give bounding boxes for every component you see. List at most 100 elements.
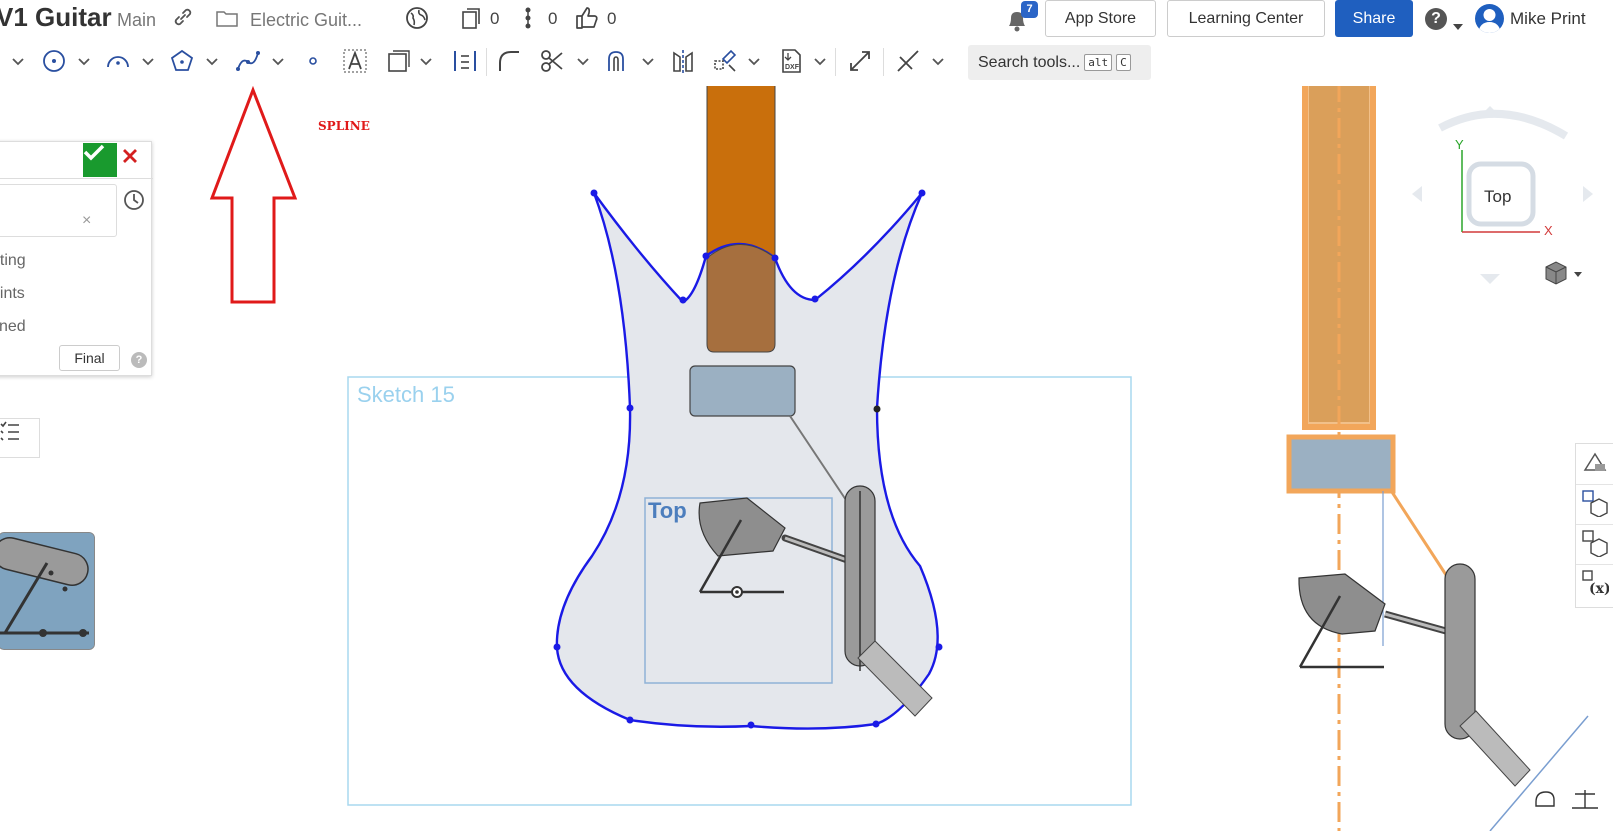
chevron-down-icon[interactable] [575, 51, 591, 71]
chevron-down-icon[interactable] [746, 51, 762, 71]
dxf-icon[interactable]: DXF [776, 46, 806, 76]
neck-heel [706, 244, 776, 353]
pattern-icon[interactable] [710, 46, 740, 76]
folder-icon[interactable] [215, 8, 239, 34]
guitar-neck [706, 86, 776, 263]
circle-tool-icon[interactable] [39, 46, 69, 76]
final-button[interactable]: Final [59, 345, 120, 371]
globe-icon[interactable] [405, 6, 429, 36]
plane-label[interactable]: Top [648, 498, 687, 524]
like-icon[interactable] [574, 5, 600, 37]
panel-divider [1576, 524, 1613, 525]
document-header: V1 Guitar Main Electric Guit... 0 0 0 7 … [0, 0, 1613, 38]
construction-icon[interactable] [383, 46, 413, 76]
search-tools-input[interactable]: Search tools... alt C [968, 45, 1151, 80]
chevron-down-icon[interactable] [640, 51, 656, 71]
notifications-badge: 7 [1021, 1, 1038, 18]
chevron-down-icon[interactable] [930, 51, 946, 71]
polygon-tool-icon[interactable] [167, 46, 197, 76]
search-tools-placeholder: Search tools... [978, 53, 1081, 71]
view-options-icon[interactable] [1545, 261, 1582, 285]
spline-tool-icon[interactable] [233, 46, 263, 76]
shortcut-key: C [1116, 54, 1131, 71]
dialog-help-icon[interactable]: ? [131, 352, 147, 368]
fillet-icon[interactable] [494, 46, 524, 76]
annotation-arrow [209, 86, 298, 304]
axis-x-label: X [1544, 223, 1553, 238]
axis-y-label: Y [1455, 137, 1464, 152]
chevron-down-icon[interactable] [812, 51, 828, 71]
dialog-option[interactable]: aints [0, 285, 25, 303]
sketch-label[interactable]: Sketch 15 [357, 382, 455, 408]
constraint-icon[interactable] [893, 46, 923, 76]
toolbar-divider [883, 48, 884, 76]
help-icon[interactable]: ? [1425, 8, 1447, 30]
dialog-option[interactable]: nting [0, 252, 26, 270]
onshape-app: V1 Guitar Main Electric Guit... 0 0 0 7 … [0, 0, 1613, 831]
toolbar-divider [835, 48, 836, 76]
model-viewport[interactable] [0, 86, 1613, 831]
dimension-icon[interactable] [450, 46, 480, 76]
point-tool-icon[interactable] [298, 46, 328, 76]
branch-icon[interactable] [522, 6, 534, 36]
offset-icon[interactable] [602, 46, 632, 76]
configurations-icon[interactable] [1581, 529, 1611, 559]
feature-list-button[interactable] [0, 418, 40, 458]
trim-icon[interactable] [537, 46, 567, 76]
list-icon [0, 421, 19, 441]
panel-divider [1576, 564, 1613, 565]
spline-feature-dialog: × nting aints fined Final ? [0, 141, 153, 376]
shortcut-key: alt [1084, 54, 1113, 71]
branches-count: 0 [548, 9, 558, 28]
measure-icon[interactable] [1535, 791, 1555, 807]
chevron-down-icon[interactable] [140, 51, 156, 71]
mass-properties-icon[interactable] [1572, 790, 1598, 809]
panel-divider [1576, 484, 1613, 485]
bom-icon[interactable] [1581, 489, 1611, 519]
versions-icon[interactable] [460, 6, 482, 36]
annotation-label: SPLINE [318, 119, 370, 133]
right-panel: (x) [1575, 443, 1613, 608]
graphics-area[interactable]: SPLINE Sketch 15 Top Top Y X × nting ain… [0, 86, 1613, 831]
arc-tool-icon[interactable] [103, 46, 133, 76]
chevron-down-icon[interactable] [270, 51, 286, 71]
view-cube-face-label[interactable]: Top [1484, 187, 1511, 207]
check-icon [83, 144, 105, 161]
chevron-down-icon[interactable] [418, 51, 434, 71]
confirm-button[interactable] [83, 143, 117, 177]
close-icon [123, 149, 137, 163]
chevron-down-icon[interactable] [204, 51, 220, 71]
appearance-icon[interactable] [1581, 448, 1611, 478]
mirror-icon[interactable] [668, 46, 698, 76]
share-button[interactable]: Share [1335, 0, 1413, 37]
dialog-option[interactable]: fined [0, 318, 26, 336]
dialog-divider [0, 178, 153, 179]
svg-text:(x): (x) [1589, 581, 1609, 597]
cancel-button[interactable] [122, 148, 144, 170]
learning-center-button[interactable]: Learning Center [1167, 0, 1325, 37]
avatar[interactable] [1475, 4, 1504, 33]
link-icon[interactable] [172, 6, 194, 34]
branch-name[interactable]: Main [117, 10, 156, 31]
document-title[interactable]: V1 Guitar [0, 2, 112, 33]
clear-selection-icon[interactable]: × [82, 212, 91, 230]
chevron-down-icon[interactable] [10, 51, 26, 71]
versions-count: 0 [490, 9, 500, 28]
likes-count: 0 [607, 9, 617, 28]
transform-icon[interactable] [845, 46, 875, 76]
sketch-toolbar: DXF Search tools... alt C [0, 38, 1613, 86]
spline-point-selected [873, 405, 881, 413]
svg-text:DXF: DXF [785, 64, 800, 71]
selection-field[interactable]: × [0, 184, 117, 237]
part-thumbnail[interactable] [0, 532, 95, 650]
toolbar-divider [486, 48, 487, 76]
app-store-button[interactable]: App Store [1045, 0, 1156, 37]
text-tool-icon[interactable] [340, 46, 370, 76]
variables-icon[interactable]: (x) [1581, 569, 1611, 599]
pickup [689, 365, 796, 417]
folder-label[interactable]: Electric Guit... [250, 10, 362, 31]
chevron-down-icon[interactable] [76, 51, 92, 71]
help-caret-icon[interactable] [1452, 12, 1464, 38]
user-name[interactable]: Mike Print [1510, 9, 1586, 29]
history-icon[interactable] [122, 188, 146, 212]
